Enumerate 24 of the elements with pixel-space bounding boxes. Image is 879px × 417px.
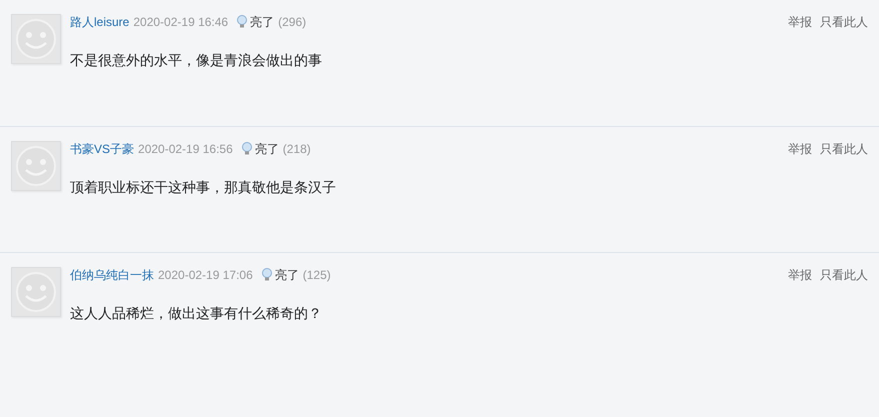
comment-text: 顶着职业标还干这种事，那真敬他是条汉子 xyxy=(70,178,337,197)
action-link[interactable]: 举报 xyxy=(788,141,812,157)
username-link[interactable]: 路人leisure xyxy=(70,14,130,30)
action-link[interactable]: 只看此人 xyxy=(820,141,868,157)
lightbulb-icon xyxy=(260,268,273,282)
action-link[interactable]: 举报 xyxy=(788,267,812,283)
comment-text: 这人人品稀烂，做出这事有什么稀奇的？ xyxy=(70,304,323,323)
username-link[interactable]: 伯纳乌纯白一抹 xyxy=(70,267,154,283)
like-count: (218) xyxy=(282,141,311,157)
lightbulb-icon xyxy=(240,142,253,156)
username-link[interactable]: 书豪VS子豪 xyxy=(70,141,134,157)
action-link[interactable]: 只看此人 xyxy=(820,14,868,30)
action-link[interactable]: 举报 xyxy=(788,14,812,30)
action-link[interactable]: 只看此人 xyxy=(820,267,868,283)
lightbulb-icon xyxy=(236,15,248,29)
like-button[interactable]: 亮了 xyxy=(254,141,279,157)
post-time: 2020-02-19 16:56 xyxy=(138,141,233,157)
comment-text: 不是很意外的水平，像是青浪会做出的事 xyxy=(70,51,323,70)
like-button[interactable]: 亮了 xyxy=(250,14,274,30)
post-time: 2020-02-19 17:06 xyxy=(158,267,253,283)
post-time: 2020-02-19 16:46 xyxy=(133,14,228,30)
like-count: (125) xyxy=(302,267,331,283)
like-button[interactable]: 亮了 xyxy=(274,267,299,283)
like-count: (296) xyxy=(278,14,306,30)
